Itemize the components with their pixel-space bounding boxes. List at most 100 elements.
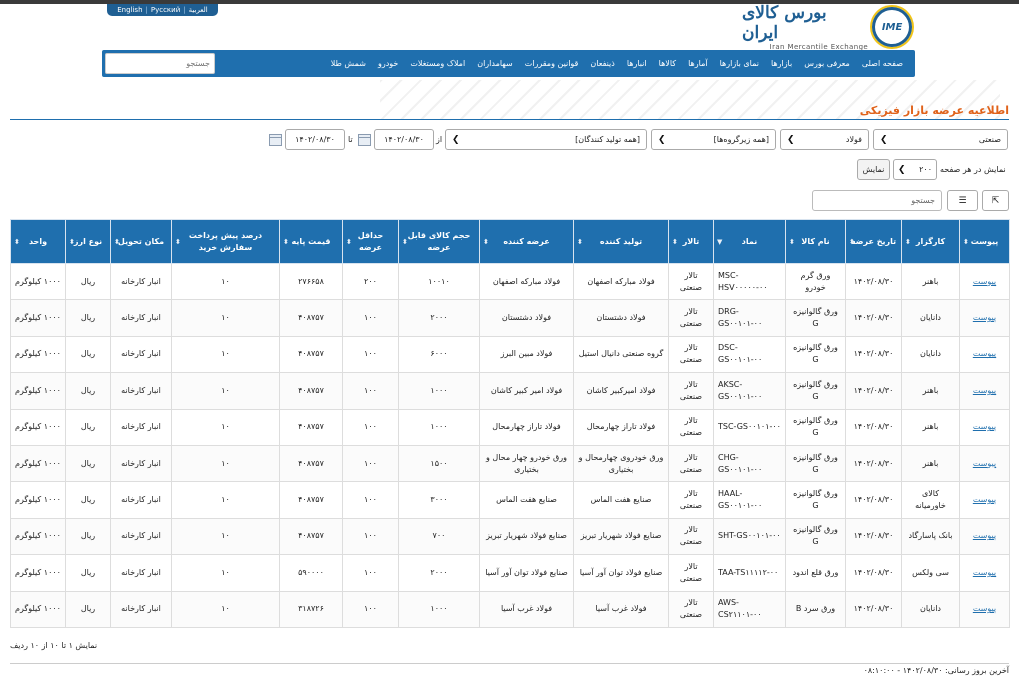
col-symbol[interactable]: نماد ▼ (713, 219, 786, 264)
columns-toggle-button[interactable]: ☰ (947, 190, 978, 211)
per-page-select[interactable]: ۲۰۰ ❯ (893, 159, 937, 180)
cell-unit: ۱۰۰۰ کیلوگرم (10, 481, 66, 519)
cell-producer: فولاد امیرکبیر کاشان (573, 372, 669, 410)
cell-unit: ۱۰۰۰ کیلوگرم (10, 444, 66, 483)
cell-commodity-name: ورق گالوانیزه G (785, 408, 846, 446)
group-select[interactable]: فولاد ❯ (780, 129, 869, 150)
lang-russian[interactable]: Русский (151, 6, 180, 14)
ime-emblem-icon: IME (872, 7, 912, 47)
nav-market-view[interactable]: نمای بازارها (714, 59, 765, 68)
cell-currency: ریال (65, 372, 111, 410)
nav-real-estate[interactable]: املاک ومستغلات (404, 59, 471, 68)
sort-icon: ⬍ (402, 237, 408, 246)
nav-home[interactable]: صفحه اصلی (856, 59, 909, 68)
col-unit[interactable]: واحد ⬍ (10, 219, 66, 264)
cell-unit: ۱۰۰۰ کیلوگرم (10, 372, 66, 410)
to-date-input[interactable]: ۱۴۰۲/۰۸/۳۰ (285, 129, 345, 150)
cell-attachment-link[interactable]: پیوست (959, 517, 1010, 556)
cell-attachment-link[interactable]: پیوست (959, 262, 1010, 301)
sort-icon: ⬍ (963, 237, 969, 246)
col-label: نوع ارز (73, 236, 103, 246)
cell-offer-date: ۱۴۰۲/۰۸/۳۰ (845, 444, 902, 483)
col-broker[interactable]: کارگزار ⬍ (901, 219, 960, 264)
cell-attachment-link[interactable]: پیوست (959, 481, 1010, 519)
cell-symbol: TSC-GS۰۰۱۰۱-۰۰ (713, 408, 786, 446)
cell-symbol: HAAL-GS۰۰۱۰۱-۰۰ (713, 481, 786, 519)
calendar-icon[interactable] (358, 134, 371, 146)
export-button[interactable]: ⇱ (982, 190, 1009, 211)
cell-hall: تالار صنعتی (668, 517, 714, 556)
col-supplier[interactable]: عرضه کننده ⬍ (479, 219, 574, 264)
logo-text: بورس کالای ایران Iran Mercantile Exchang… (742, 3, 868, 52)
cell-attachment-link[interactable]: پیوست (959, 590, 1010, 628)
cell-supplier: ورق خودرو چهار محال و بختیاری (479, 444, 574, 483)
col-prepayment-percent[interactable]: درصد پیش پرداخت سفارش خرید ⬍ (171, 219, 280, 264)
cell-offer-volume: ۱۰۰۰ (398, 408, 480, 446)
cell-attachment-link[interactable]: پیوست (959, 554, 1010, 592)
cell-offer-volume: ۱۵۰۰ (398, 444, 480, 483)
col-offer-date[interactable]: تاریخ عرضه ⬍ (845, 219, 902, 264)
col-offer-volume[interactable]: حجم کالای قابل عرضه ⬍ (398, 219, 480, 264)
table-row: پیوست سی ولکس ۱۴۰۲/۰۸/۳۰ ورق قلع اندود TAA-T… (10, 554, 1010, 592)
cell-attachment-link[interactable]: پیوست (959, 408, 1010, 446)
col-base-price[interactable]: قیمت پایه ⬍ (279, 219, 343, 264)
cell-currency: ریال (65, 335, 111, 374)
nav-markets[interactable]: بازارها (765, 59, 798, 68)
nav-gold-bullion[interactable]: شمش طلا (325, 59, 372, 68)
col-delivery-place[interactable]: مکان تحویل ⬍ (110, 219, 172, 264)
site-logo[interactable]: IME بورس کالای ایران Iran Mercantile Exc… (742, 3, 912, 51)
sort-icon: ⬍ (175, 237, 181, 246)
cell-min-offer: ۱۰۰ (342, 517, 399, 556)
cell-hall: تالار صنعتی (668, 372, 714, 410)
sort-icon: ⬍ (672, 237, 678, 246)
col-currency[interactable]: نوع ارز ⬍ (65, 219, 111, 264)
market-select[interactable]: صنعتی ❯ (873, 129, 1008, 150)
col-commodity-name[interactable]: نام کالا ⬍ (785, 219, 846, 264)
nav-search-input[interactable] (105, 53, 215, 74)
subgroup-select[interactable]: [همه زیرگروه‌ها] ❯ (651, 129, 776, 150)
nav-shareholders[interactable]: سهامداران (471, 59, 519, 68)
nav-automobile[interactable]: خودرو (372, 59, 404, 68)
cell-offer-date: ۱۴۰۲/۰۸/۳۰ (845, 408, 902, 446)
cell-symbol: MSC-HSV۰۰۰۰۰-۰۰ (713, 262, 786, 301)
cell-prepayment-percent: ۱۰ (171, 517, 280, 556)
nav-about[interactable]: معرفی بورس (798, 59, 856, 68)
cell-delivery-place: انبار کارخانه (110, 335, 172, 374)
cell-attachment-link[interactable]: پیوست (959, 335, 1010, 374)
nav-commodities[interactable]: کالاها (653, 59, 682, 68)
cell-broker: کالای خاورمیانه (901, 481, 960, 519)
cell-offer-date: ۱۴۰۲/۰۸/۳۰ (845, 335, 902, 374)
cell-base-price: ۲۷۶۶۵۸ (279, 262, 343, 301)
producer-select[interactable]: [همه تولید کنندگان] ❯ (445, 129, 647, 150)
cell-commodity-name: ورق قلع اندود (785, 554, 846, 592)
cell-attachment-link[interactable]: پیوست (959, 372, 1010, 410)
nav-statistics[interactable]: آمارها (682, 59, 713, 68)
cell-delivery-place: انبار کارخانه (110, 262, 172, 301)
sort-icon: ⬍ (283, 237, 289, 246)
cell-base-price: ۴۰۸۷۵۷ (279, 299, 343, 337)
cell-prepayment-percent: ۱۰ (171, 444, 280, 483)
cell-attachment-link[interactable]: پیوست (959, 444, 1010, 483)
calendar-icon[interactable] (269, 134, 282, 146)
cell-offer-date: ۱۴۰۲/۰۸/۳۰ (845, 262, 902, 301)
nav-stakeholders[interactable]: ذینفعان (584, 59, 620, 68)
cell-commodity-name: ورق گالوانیزه G (785, 335, 846, 374)
col-min-offer[interactable]: حداقل عرضه ⬍ (342, 219, 399, 264)
table-search-input[interactable]: جستجو (812, 190, 942, 211)
cell-commodity-name: ورق گالوانیزه G (785, 372, 846, 410)
nav-warehouses[interactable]: انبارها (621, 59, 653, 68)
nav-regulations[interactable]: قوانین ومقررات (519, 59, 585, 68)
cell-supplier: فولاد دشتستان (479, 299, 574, 337)
cell-attachment-link[interactable]: پیوست (959, 299, 1010, 337)
col-attachment[interactable]: پیوست ⬍ (959, 219, 1010, 264)
lang-english[interactable]: English (117, 6, 142, 14)
page-title: اطلاعیه عرضه بازار فیزیکی (859, 104, 1009, 117)
from-date-input[interactable]: ۱۴۰۲/۰۸/۳۰ (374, 129, 434, 150)
col-producer[interactable]: تولید کننده ⬍ (573, 219, 669, 264)
cell-symbol: AWS-CS۲۱۱۰۱-۰۰ (713, 590, 786, 628)
lang-arabic[interactable]: العربية (189, 6, 208, 14)
market-select-value: صنعتی (978, 135, 1001, 144)
show-button[interactable]: نمایش (857, 159, 890, 180)
col-hall[interactable]: تالار ⬍ (668, 219, 714, 264)
table-row: پیوست دانایان ۱۴۰۲/۰۸/۳۰ ورق سرد B AWS-CS۲۱۱… (10, 590, 1010, 628)
